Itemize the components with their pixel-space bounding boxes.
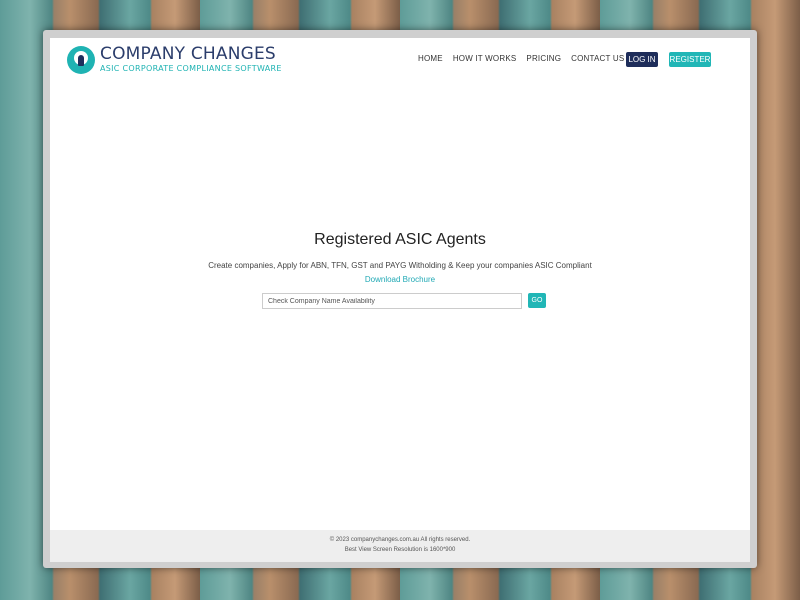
web-page: COMPANY CHANGES ASIC CORPORATE COMPLIANC… [50, 38, 750, 562]
nav-item-contact-us[interactable]: CONTACT US [571, 54, 624, 63]
login-button[interactable]: LOG IN [626, 52, 658, 67]
company-name-search-input[interactable] [262, 293, 522, 309]
site-footer: © 2023 companychanges.com.au All rights … [50, 530, 750, 562]
brand-tagline: ASIC CORPORATE COMPLIANCE SOFTWARE [100, 64, 282, 73]
go-button[interactable]: GO [528, 293, 546, 308]
logo-icon [67, 46, 95, 74]
logo-text: COMPANY CHANGES ASIC CORPORATE COMPLIANC… [100, 46, 282, 74]
site-header: COMPANY CHANGES ASIC CORPORATE COMPLIANC… [50, 38, 750, 88]
footer-copyright: © 2023 companychanges.com.au All rights … [329, 537, 471, 543]
register-button[interactable]: REGISTER [669, 52, 711, 67]
nav-item-how-it-works[interactable]: HOW IT WORKS [453, 54, 517, 63]
site-logo[interactable]: COMPANY CHANGES ASIC CORPORATE COMPLIANC… [67, 46, 282, 74]
nav-item-home[interactable]: HOME [418, 54, 443, 63]
footer-resolution-note: Best View Screen Resolution is 1600*900 [344, 547, 456, 553]
hero-subtitle: Create companies, Apply for ABN, TFN, GS… [208, 261, 592, 270]
brand-name: COMPANY CHANGES [100, 44, 276, 64]
download-brochure-link[interactable]: Download Brochure [50, 275, 750, 284]
page-title: Registered ASIC Agents [314, 231, 486, 248]
nav-item-pricing[interactable]: PRICING [526, 54, 561, 63]
main-nav: HOME HOW IT WORKS PRICING CONTACT US [418, 54, 634, 63]
